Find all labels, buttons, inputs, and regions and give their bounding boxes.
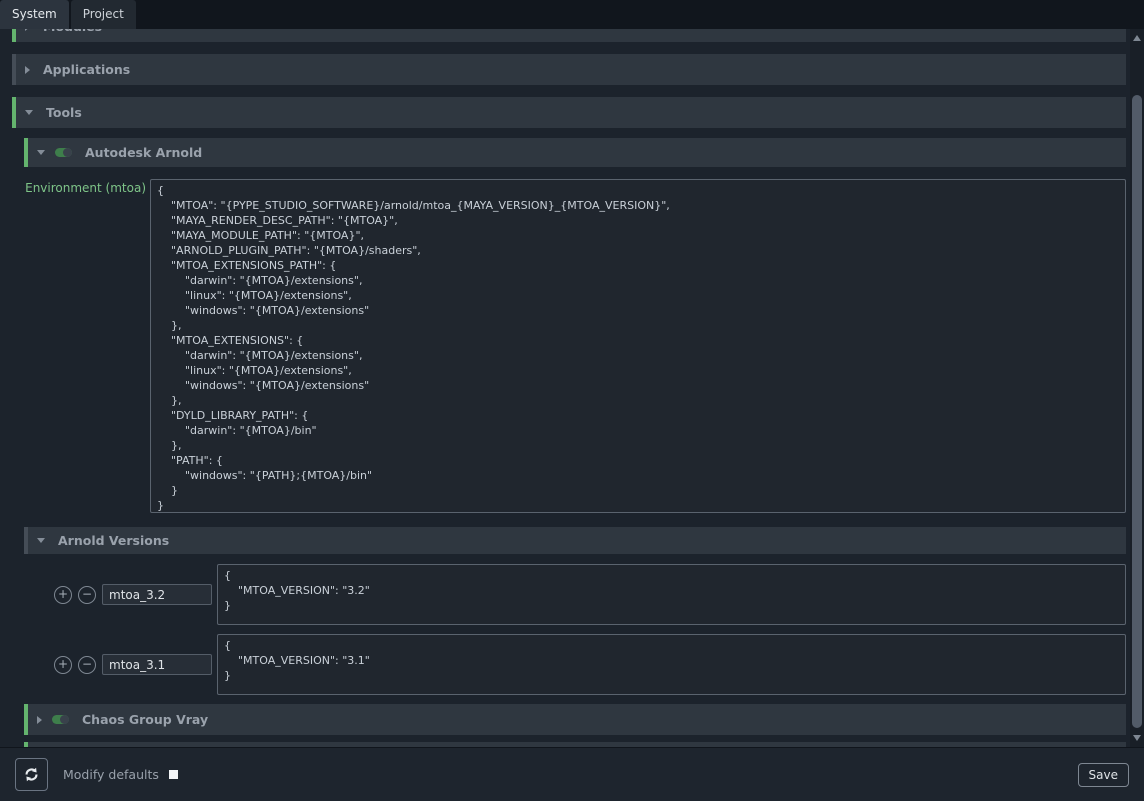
add-item-button[interactable]: +: [54, 586, 72, 604]
modify-defaults-label: Modify defaults: [63, 767, 159, 782]
arnold-enabled-toggle[interactable]: [55, 148, 72, 157]
chevron-right-icon: [25, 66, 30, 74]
triangle-up-icon: [1133, 35, 1141, 41]
chevron-down-icon: [37, 150, 45, 155]
environment-json-editor[interactable]: { "MTOA": "{PYPE_STUDIO_SOFTWARE}/arnold…: [150, 179, 1126, 513]
modify-defaults-checkbox[interactable]: [169, 770, 178, 779]
tab-system[interactable]: System: [0, 0, 69, 29]
section-title-modules: Modules: [43, 29, 102, 34]
section-header-chaos-group-vray[interactable]: Chaos Group Vray: [24, 704, 1126, 735]
settings-scroll-area: Modules Applications Tools Autodesk Arno…: [0, 29, 1130, 747]
environment-row: Environment (mtoa) { "MTOA": "{PYPE_STUD…: [12, 179, 1126, 513]
footer-bar: Modify defaults Save: [0, 747, 1144, 801]
refresh-icon: [23, 766, 40, 783]
section-title-tools: Tools: [46, 105, 82, 120]
remove-item-button[interactable]: −: [78, 656, 96, 674]
scrollbar-thumb[interactable]: [1132, 95, 1142, 728]
section-header-modules[interactable]: Modules: [12, 29, 1126, 42]
remove-item-button[interactable]: −: [78, 586, 96, 604]
scroll-up-arrow[interactable]: [1130, 31, 1144, 45]
tab-bar: System Project: [0, 0, 1144, 29]
section-header-applications[interactable]: Applications: [12, 54, 1126, 85]
version-json-editor[interactable]: { "MTOA_VERSION": "3.1" }: [217, 634, 1126, 695]
chevron-down-icon: [37, 538, 45, 543]
tab-project[interactable]: Project: [71, 0, 136, 29]
chevron-down-icon: [25, 110, 33, 115]
settings-window: System Project Modules Applications Tool…: [0, 0, 1144, 801]
add-item-button[interactable]: +: [54, 656, 72, 674]
section-title-chaos-group-vray: Chaos Group Vray: [82, 712, 208, 727]
arnold-version-row: + − { "MTOA_VERSION": "3.2" }: [54, 564, 1126, 625]
section-title-autodesk-arnold: Autodesk Arnold: [85, 145, 202, 160]
environment-label: Environment (mtoa): [12, 179, 150, 513]
version-key-input[interactable]: [102, 654, 212, 675]
toggle-knob: [60, 715, 69, 724]
section-modules-clipped: Modules: [12, 29, 1126, 42]
triangle-down-icon: [1133, 735, 1141, 741]
chevron-right-icon: [25, 29, 30, 31]
vray-enabled-toggle[interactable]: [52, 715, 69, 724]
save-button[interactable]: Save: [1078, 763, 1129, 787]
version-key-input[interactable]: [102, 584, 212, 605]
vertical-scrollbar[interactable]: [1130, 29, 1144, 747]
section-title-applications: Applications: [43, 62, 130, 77]
version-json-editor[interactable]: { "MTOA_VERSION": "3.2" }: [217, 564, 1126, 625]
section-header-autodesk-arnold[interactable]: Autodesk Arnold: [24, 138, 1126, 167]
section-title-arnold-versions: Arnold Versions: [58, 533, 169, 548]
chevron-right-icon: [37, 716, 42, 724]
refresh-button[interactable]: [15, 758, 48, 791]
scroll-down-arrow[interactable]: [1130, 731, 1144, 745]
section-header-tools[interactable]: Tools: [12, 97, 1126, 128]
section-header-arnold-versions[interactable]: Arnold Versions: [24, 527, 1126, 554]
arnold-version-row: + − { "MTOA_VERSION": "3.1" }: [54, 634, 1126, 695]
toggle-knob: [63, 148, 72, 157]
